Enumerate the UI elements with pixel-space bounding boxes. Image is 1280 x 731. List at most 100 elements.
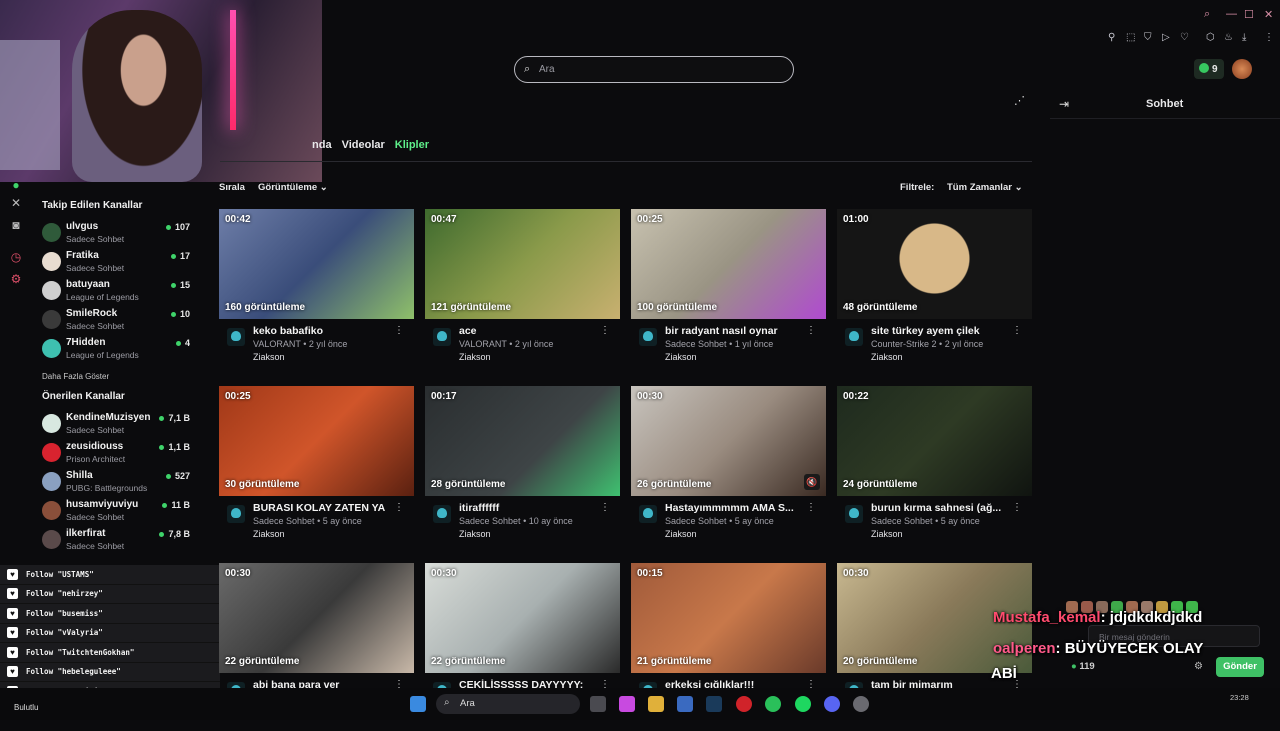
mute-icon[interactable]: 🔇 [804,474,820,490]
clip-game[interactable]: Sadece Sohbet [459,516,521,526]
clip-thumbnail[interactable]: 00:42 160 görüntüleme [219,209,414,319]
more-options-icon[interactable]: ⋮ [806,325,816,336]
clip-card[interactable]: 00:30 26 görüntüleme 🔇 Hastayımmmmm AMA S..… [631,386,826,554]
clip-author[interactable]: Ziakson [665,529,697,539]
channel-avatar[interactable] [227,505,245,523]
user-avatar[interactable] [1232,59,1252,79]
clip-title[interactable]: site türkey ayem çilek [871,325,1016,337]
pin-icon[interactable]: ⚲ [1108,32,1115,43]
more-options-icon[interactable]: ⋮ [600,502,610,513]
more-options-icon[interactable]: ⋮ [394,325,404,336]
clip-title[interactable]: burun kırma sahnesi (ağ... [871,502,1016,514]
channel-item[interactable]: 7Hidden League of Legends 4 [34,335,194,364]
clip-thumbnail[interactable]: 01:00 48 görüntüleme [837,209,1032,319]
clip-thumbnail[interactable]: 00:22 24 görüntüleme [837,386,1032,496]
clip-card[interactable]: 00:17 28 görüntüleme itiraffffff Sadece Soh… [425,386,620,554]
chat-username[interactable]: Mustafa_kemal [993,609,1101,626]
points-badge[interactable]: 9 [1194,59,1224,79]
channel-avatar[interactable] [639,505,657,523]
clip-card[interactable]: 00:47 121 görüntüleme ace VALORANT • 2 yıl … [425,209,620,377]
settings-icon[interactable]: ⚙ [9,272,23,286]
more-options-icon[interactable]: ⋮ [600,325,610,336]
clip-game[interactable]: Sadece Sohbet [871,516,933,526]
clip-card[interactable]: 00:42 160 görüntüleme keko babafiko VALORAN… [219,209,414,377]
taskbar-search[interactable]: ⌕ Ara [436,694,580,714]
clip-thumbnail[interactable]: 00:25 100 görüntüleme [631,209,826,319]
discord-icon[interactable] [824,696,840,712]
channel-item[interactable]: KendineMuzisyen Sadece Sohbet 7,1 B [34,410,194,439]
clip-game[interactable]: Sadece Sohbet [665,516,727,526]
channel-avatar[interactable] [227,328,245,346]
spotify-icon[interactable] [795,696,811,712]
channel-item[interactable]: Fratika Sadece Sohbet 17 [34,248,194,277]
clip-card[interactable]: 00:25 100 görüntüleme bir radyant nasıl oy… [631,209,826,377]
clip-game[interactable]: Counter-Strike 2 [871,339,937,349]
chat-settings-icon[interactable]: ⚙ [1194,661,1203,672]
play-icon[interactable]: ▷ [1162,32,1170,43]
share-icon[interactable]: ⋰ [1014,94,1025,107]
clip-card[interactable]: 00:25 30 görüntüleme BURASI KOLAY ZATEN YA… [219,386,414,554]
clip-author[interactable]: Ziakson [253,352,285,362]
maximize-icon[interactable]: ☐ [1244,8,1254,21]
clip-title[interactable]: keko babafiko [253,325,398,337]
more-options-icon[interactable]: ⋮ [394,502,404,513]
channel-item[interactable]: zeusidiouss Prison Architect 1,1 B [34,439,194,468]
clip-thumbnail[interactable]: 00:25 30 görüntüleme [219,386,414,496]
discord-icon[interactable]: ◙ [9,218,23,232]
clip-card[interactable]: 00:22 24 görüntüleme burun kırma sahnesi (… [837,386,1032,554]
clip-game[interactable]: VALORANT [459,339,507,349]
clip-author[interactable]: Ziakson [665,352,697,362]
search-icon[interactable]: ⌕ [1204,8,1210,21]
channel-item[interactable]: ulvgus Sadece Sohbet 107 [34,219,194,248]
crop-icon[interactable]: ⬚ [1126,32,1135,43]
tab-klipler[interactable]: Klipler [395,139,429,151]
more-options-icon[interactable]: ⋮ [1012,502,1022,513]
channel-item[interactable]: batuyaan League of Legends 15 [34,277,194,306]
channel-avatar[interactable] [639,328,657,346]
filter-dropdown[interactable]: Tüm Zamanlar ⌄ [939,177,1031,198]
menu-icon[interactable]: ⋮ [1264,32,1274,43]
channel-avatar[interactable] [433,505,451,523]
file-explorer-icon[interactable] [648,696,664,712]
send-button[interactable]: Gönder [1216,657,1264,677]
steam-icon[interactable] [706,696,722,712]
windows-start-icon[interactable] [410,696,426,712]
clip-author[interactable]: Ziakson [871,352,903,362]
opera-icon[interactable] [736,696,752,712]
collapse-chat-icon[interactable]: ⇥ [1059,97,1069,111]
close-icon[interactable]: ✕ [1264,8,1273,21]
channel-item[interactable]: SmileRock Sadece Sohbet 10 [34,306,194,335]
more-options-icon[interactable]: ⋮ [1012,325,1022,336]
clip-thumbnail[interactable]: 00:15 21 görüntüleme [631,563,826,673]
channel-item[interactable]: ilkerfirat Sadece Sohbet 7,8 B [34,526,194,555]
copilot-icon[interactable] [619,696,635,712]
chat-username[interactable]: oalperen [993,640,1056,657]
clip-card[interactable]: 01:00 48 görüntüleme site türkey ayem çile… [837,209,1032,377]
clip-game[interactable]: Sadece Sohbet [665,339,727,349]
app-icon[interactable] [853,696,869,712]
tab-videolar[interactable]: Videolar [342,139,385,151]
clip-thumbnail[interactable]: 00:30 26 görüntüleme 🔇 [631,386,826,496]
clip-title[interactable]: bir radyant nasıl oynar [665,325,810,337]
clip-thumbnail[interactable]: 00:17 28 görüntüleme [425,386,620,496]
more-options-icon[interactable]: ⋮ [806,502,816,513]
channel-item[interactable]: husamviyuviyu Sadece Sohbet 11 B [34,497,194,526]
clip-title[interactable]: Hastayımmmmm AMA S... [665,502,810,514]
clip-game[interactable]: VALORANT [253,339,301,349]
x-icon[interactable]: ✕ [9,196,23,210]
show-more-link[interactable]: Daha Fazla Göster [42,372,194,381]
clip-thumbnail[interactable]: 00:47 121 görüntüleme [425,209,620,319]
channel-avatar[interactable] [845,505,863,523]
clip-thumbnail[interactable]: 00:30 22 görüntüleme [425,563,620,673]
download-icon[interactable]: ⤓ [1242,32,1246,43]
store-icon[interactable] [677,696,693,712]
search-bar[interactable]: ⌕ Ara [514,56,794,83]
tab-nda[interactable]: nda [312,139,332,151]
channel-avatar[interactable] [845,328,863,346]
whatsapp-icon[interactable] [765,696,781,712]
clip-thumbnail[interactable]: 00:30 22 görüntüleme [219,563,414,673]
clip-author[interactable]: Ziakson [871,529,903,539]
search-input[interactable]: Ara [539,64,555,75]
extensions-icon[interactable]: ⬡ [1206,32,1215,43]
clip-author[interactable]: Ziakson [459,352,491,362]
